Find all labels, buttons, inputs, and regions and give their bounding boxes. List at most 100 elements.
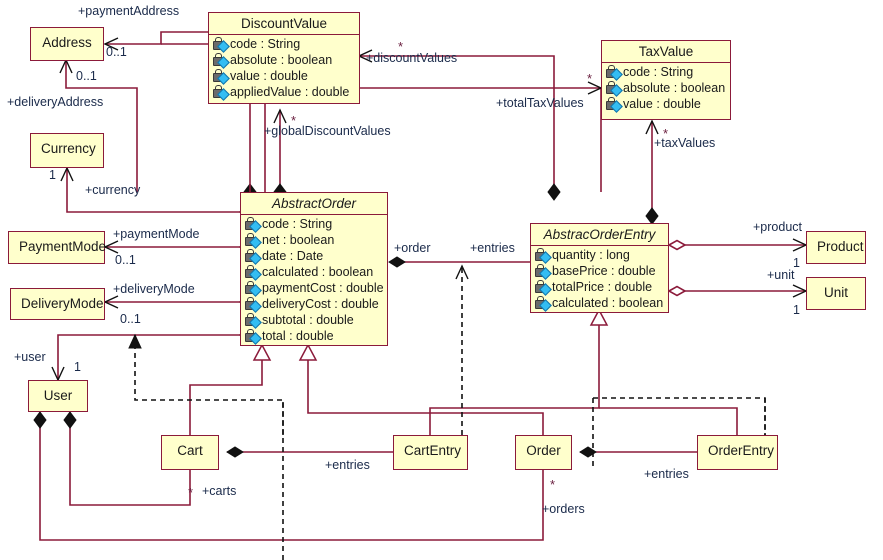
attribute-row: calculated : boolean <box>533 295 666 312</box>
multiplicity-discount-values: * <box>398 39 404 54</box>
attribute-row: deliveryCost : double <box>243 296 385 313</box>
private-attribute-icon <box>605 65 623 81</box>
attribute-label: net : boolean <box>262 233 335 247</box>
class-discount-value[interactable]: DiscountValue code : String absolute : b… <box>208 12 360 104</box>
private-attribute-icon <box>534 248 552 264</box>
private-attribute-icon <box>605 81 623 97</box>
role-label-product: +product <box>753 220 802 234</box>
private-attribute-icon <box>244 233 262 249</box>
attribute-row: totalPrice : double <box>533 279 666 296</box>
multiplicity-payment-address: 0..1 <box>106 45 127 59</box>
attribute-row: date : Date <box>243 248 385 265</box>
private-attribute-icon <box>244 281 262 297</box>
class-address[interactable]: Address <box>30 27 104 61</box>
class-name-delivery-mode: DeliveryMode <box>21 296 104 311</box>
attribute-label: calculated : boolean <box>552 296 664 310</box>
uml-class-diagram-canvas: .ln{stroke:#8b1a3a;stroke-width:1.6;fill… <box>0 0 883 560</box>
role-label-delivery-mode: +deliveryMode <box>113 282 195 296</box>
class-name-cart: Cart <box>177 443 203 458</box>
role-label-delivery-address: +deliveryAddress <box>7 95 104 109</box>
class-name-cart-entry: CartEntry <box>404 443 462 458</box>
attribute-row: net : boolean <box>243 232 385 249</box>
role-label-entries-order: +entries <box>470 241 515 255</box>
attribute-row: quantity : long <box>533 247 666 264</box>
role-label-user: +user <box>14 350 46 364</box>
role-label-orders: +orders <box>542 502 585 516</box>
private-attribute-icon <box>212 85 230 101</box>
multiplicity-delivery-address: 0..1 <box>76 69 97 83</box>
attribute-row: value : double <box>211 68 357 85</box>
class-name-abstract-order: AbstractOrder <box>271 196 357 211</box>
class-name-currency: Currency <box>41 141 96 156</box>
attribute-row: calculated : boolean <box>243 264 385 281</box>
private-attribute-icon <box>212 69 230 85</box>
attribute-row: code : String <box>243 216 385 233</box>
class-tax-value[interactable]: TaxValue code : String absolute : boolea… <box>601 40 731 120</box>
attribute-label: date : Date <box>262 249 324 263</box>
private-attribute-icon <box>605 97 623 113</box>
class-order-entry[interactable]: OrderEntry <box>697 435 778 470</box>
attribute-row: basePrice : double <box>533 263 666 280</box>
private-attribute-icon <box>244 217 262 233</box>
role-label-total-tax-values: +totalTaxValues <box>496 96 584 110</box>
role-label-unit: +unit <box>767 268 795 282</box>
class-delivery-mode[interactable]: DeliveryMode <box>10 288 105 320</box>
private-attribute-icon <box>534 296 552 312</box>
attribute-label: code : String <box>230 37 301 51</box>
class-abstract-order[interactable]: AbstractOrder code : String net : boolea… <box>240 192 388 346</box>
attribute-label: totalPrice : double <box>552 280 653 294</box>
attribute-label: value : double <box>230 69 308 83</box>
multiplicity-orders: * <box>550 477 556 492</box>
attribute-label: calculated : boolean <box>262 265 374 279</box>
relationship-lines-layer: .ln{stroke:#8b1a3a;stroke-width:1.6;fill… <box>33 31 808 560</box>
attribute-row: appliedValue : double <box>211 84 357 101</box>
private-attribute-icon <box>212 37 230 53</box>
attribute-label: paymentCost : double <box>262 281 384 295</box>
attribute-label: absolute : boolean <box>230 53 333 67</box>
multiplicity-user: 1 <box>74 360 81 374</box>
class-currency[interactable]: Currency <box>30 133 104 168</box>
class-product[interactable]: Product <box>806 231 866 264</box>
multiplicity-product: 1 <box>793 256 800 270</box>
attribute-row: subtotal : double <box>243 312 385 329</box>
class-cart[interactable]: Cart <box>161 435 219 470</box>
class-order[interactable]: Order <box>515 435 572 470</box>
attribute-list-discount-value: code : String absolute : boolean value :… <box>209 35 359 102</box>
class-user[interactable]: User <box>28 380 88 412</box>
private-attribute-icon <box>244 297 262 313</box>
attribute-label: absolute : boolean <box>623 81 726 95</box>
class-name-unit: Unit <box>823 285 848 300</box>
attribute-row: absolute : boolean <box>211 52 357 69</box>
attribute-list-tax-value: code : String absolute : boolean value :… <box>602 63 730 114</box>
private-attribute-icon <box>244 249 262 265</box>
attribute-row: total : double <box>243 328 385 345</box>
private-attribute-icon <box>244 313 262 329</box>
class-name-discount-value: DiscountValue <box>240 16 328 31</box>
multiplicity-total-tax-values: * <box>587 71 593 86</box>
role-label-payment-address: +paymentAddress <box>78 4 180 18</box>
attribute-label: code : String <box>623 65 694 79</box>
class-name-order-entry: OrderEntry <box>708 443 775 458</box>
multiplicity-tax-values: * <box>663 126 669 141</box>
role-label-order: +order <box>394 241 431 255</box>
multiplicity-carts: * <box>188 485 194 500</box>
class-name-payment-mode: PaymentMode <box>19 239 107 254</box>
role-label-payment-mode: +paymentMode <box>113 227 200 241</box>
class-name-address: Address <box>42 35 92 50</box>
class-name-order: Order <box>526 443 561 458</box>
attribute-label: deliveryCost : double <box>262 297 379 311</box>
attribute-label: appliedValue : double <box>230 85 350 99</box>
class-abstract-order-entry[interactable]: AbstracOrderEntry quantity : long basePr… <box>530 223 669 313</box>
class-cart-entry[interactable]: CartEntry <box>393 435 468 470</box>
multiplicity-global-discount-values: * <box>291 113 297 128</box>
role-label-entries-cart: +entries <box>325 458 370 472</box>
role-label-currency: +currency <box>85 183 141 197</box>
attribute-row: absolute : boolean <box>604 80 728 97</box>
private-attribute-icon <box>212 53 230 69</box>
attribute-label: value : double <box>623 97 701 111</box>
attribute-label: basePrice : double <box>552 264 656 278</box>
attribute-list-abstract-order: code : String net : boolean date : Date … <box>241 215 387 346</box>
attribute-row: code : String <box>211 36 357 53</box>
class-unit[interactable]: Unit <box>806 277 866 310</box>
class-payment-mode[interactable]: PaymentMode <box>8 231 107 264</box>
